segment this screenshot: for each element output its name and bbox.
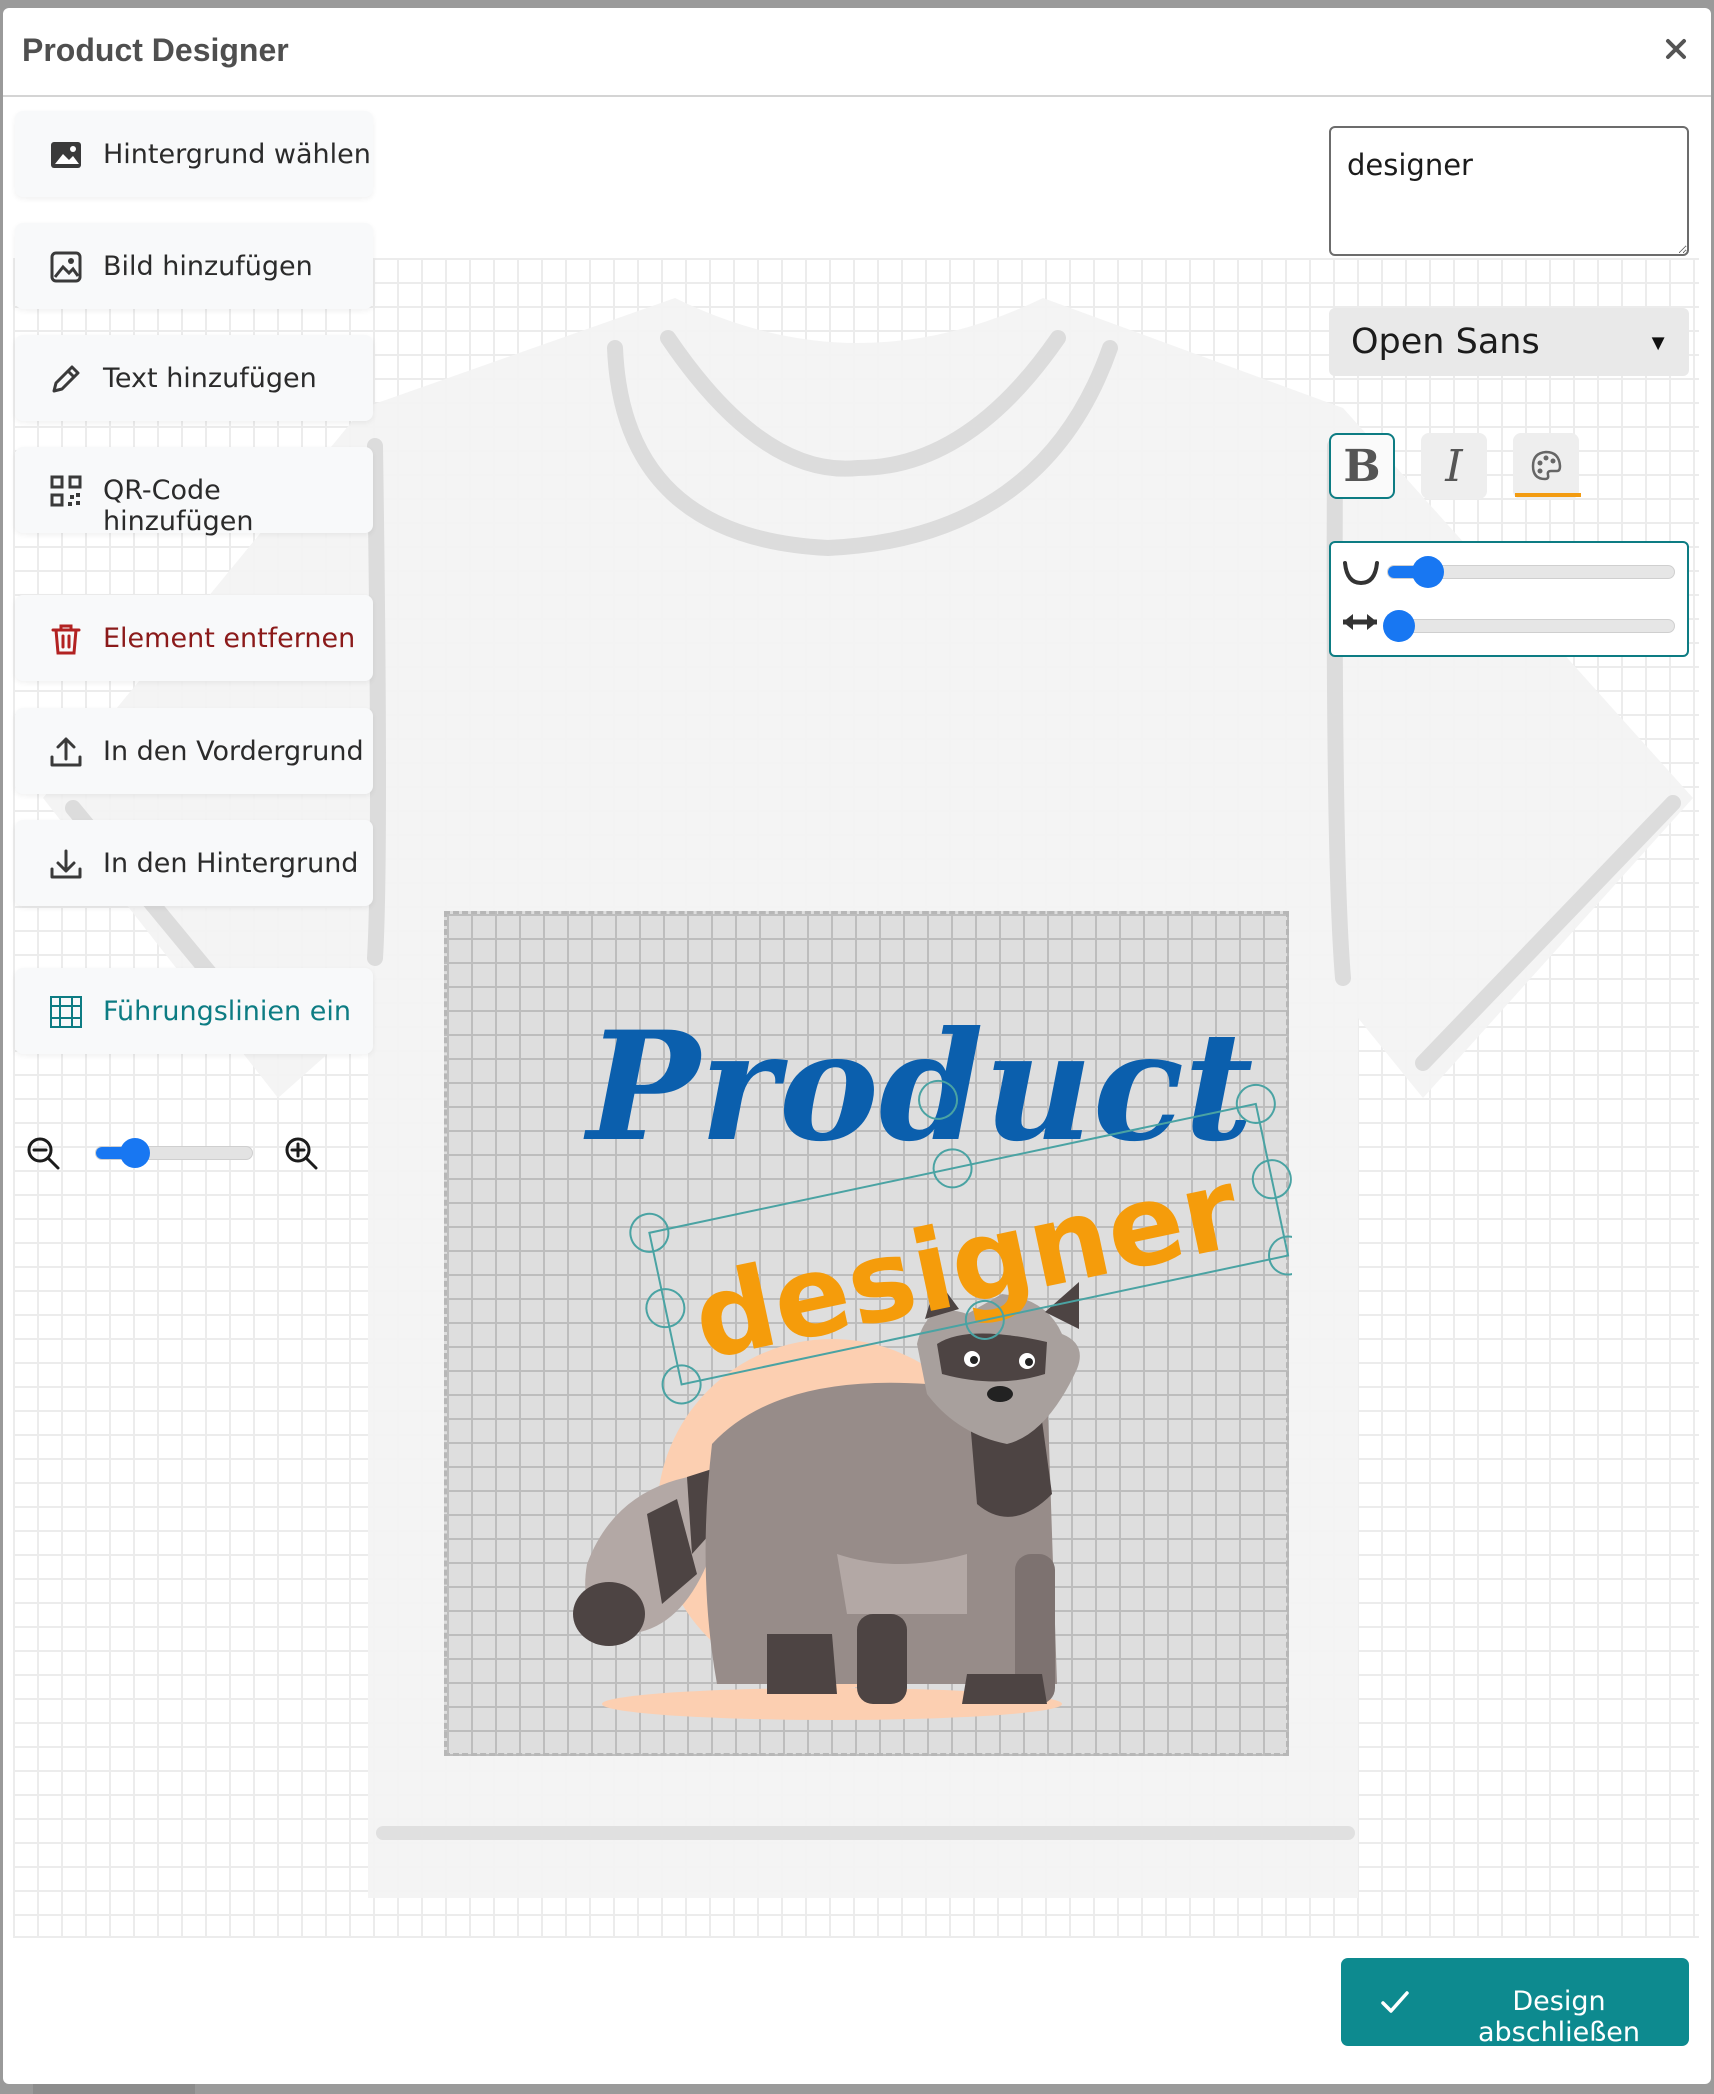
zoom-in-icon[interactable] bbox=[283, 1135, 319, 1171]
upload-icon bbox=[50, 737, 82, 767]
curve-slider[interactable] bbox=[1387, 556, 1675, 588]
zoom-out-icon[interactable] bbox=[25, 1135, 61, 1171]
remove-element-button[interactable]: Element entfernen bbox=[15, 595, 373, 681]
font-family-value: Open Sans bbox=[1351, 322, 1540, 362]
letter-spacing-slider[interactable] bbox=[1383, 610, 1675, 642]
send-to-back-button[interactable]: In den Hintergrund bbox=[15, 820, 373, 906]
qr-code-icon bbox=[50, 475, 82, 507]
logo-text: Product bbox=[583, 999, 1253, 1175]
trash-icon bbox=[51, 624, 81, 655]
checkmark-icon bbox=[1381, 1991, 1409, 2013]
choose-background-label: Hintergrund wählen bbox=[103, 139, 371, 170]
dialog-header: Product Designer bbox=[3, 8, 1711, 97]
zoom-slider[interactable] bbox=[95, 1138, 253, 1168]
add-text-button[interactable]: Text hinzufügen bbox=[15, 335, 373, 421]
pencil-icon bbox=[52, 365, 80, 393]
italic-icon: I bbox=[1445, 440, 1463, 492]
text-content-input[interactable]: designer bbox=[1329, 126, 1689, 256]
finish-design-label: Design abschließen bbox=[1477, 1986, 1641, 2048]
font-family-select[interactable]: Open Sans ▼ bbox=[1329, 308, 1689, 376]
add-text-label: Text hinzufügen bbox=[103, 363, 317, 394]
guides-toggle-button[interactable]: Führungslinien ein bbox=[15, 968, 373, 1054]
grid-guides-icon bbox=[50, 996, 82, 1028]
send-to-back-label: In den Hintergrund bbox=[103, 848, 359, 879]
landscape-image-icon bbox=[51, 142, 81, 168]
palette-icon bbox=[1531, 450, 1562, 481]
print-area[interactable]: Product designer bbox=[444, 911, 1292, 1756]
product-designer-dialog: Product Designer Product designer Hinter… bbox=[3, 8, 1711, 2084]
download-icon bbox=[50, 849, 82, 879]
zoom-control bbox=[23, 1133, 333, 1173]
italic-button[interactable]: I bbox=[1421, 433, 1487, 499]
letter-spacing-icon bbox=[1343, 614, 1377, 630]
bring-to-front-label: In den Vordergrund bbox=[103, 736, 364, 767]
bold-button[interactable]: B bbox=[1329, 433, 1395, 499]
close-icon bbox=[1666, 39, 1686, 59]
text-color-button[interactable] bbox=[1513, 433, 1579, 499]
bold-icon: B bbox=[1343, 440, 1381, 492]
curve-slider-handle[interactable] bbox=[1412, 556, 1445, 588]
letter-spacing-slider-handle[interactable] bbox=[1383, 610, 1416, 642]
add-image-label: Bild hinzufügen bbox=[103, 251, 313, 282]
remove-element-label: Element entfernen bbox=[103, 623, 356, 654]
add-image-button[interactable]: Bild hinzufügen bbox=[15, 223, 373, 309]
bring-to-front-button[interactable]: In den Vordergrund bbox=[15, 708, 373, 794]
image-icon bbox=[50, 251, 82, 283]
add-qr-code-label: QR-Code hinzufügen bbox=[103, 475, 254, 537]
dialog-title: Product Designer bbox=[22, 32, 289, 68]
add-qr-code-button[interactable]: QR-Code hinzufügen bbox=[15, 447, 373, 537]
zoom-slider-handle[interactable] bbox=[120, 1138, 150, 1168]
finish-design-button[interactable]: Design abschließen bbox=[1341, 1958, 1689, 2048]
background-tab-strip bbox=[33, 2084, 195, 2094]
caret-down-icon: ▼ bbox=[1647, 330, 1669, 355]
text-color-indicator bbox=[1515, 493, 1581, 497]
text-transform-sliders bbox=[1329, 541, 1689, 657]
close-button[interactable] bbox=[1655, 28, 1697, 70]
artwork: Product designer bbox=[573, 999, 1292, 1720]
guides-toggle-label: Führungslinien ein bbox=[103, 996, 351, 1027]
choose-background-button[interactable]: Hintergrund wählen bbox=[15, 111, 373, 197]
curve-icon bbox=[1343, 561, 1379, 585]
